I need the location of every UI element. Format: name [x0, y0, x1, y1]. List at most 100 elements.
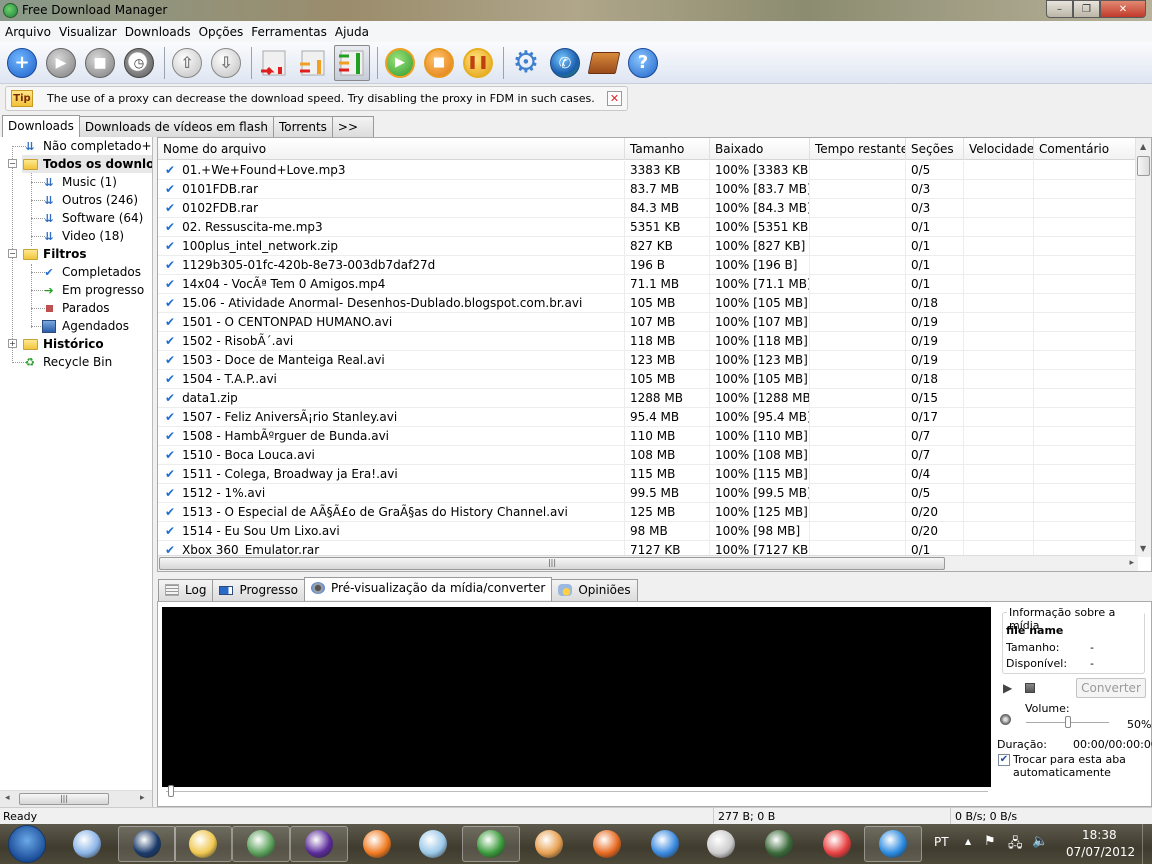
auto-switch-checkbox[interactable]: ✔	[998, 754, 1010, 766]
show-desktop-button[interactable]	[1142, 824, 1152, 864]
tree-item-incomplete[interactable]: ⇊ Não completado+Re	[22, 137, 152, 155]
table-row[interactable]: ✔ 1507 - Feliz AniversÃ¡rio Stanley.avi 95…	[158, 408, 1138, 427]
menu-arquivo[interactable]: Arquivo	[2, 25, 54, 39]
taskbar-app-button[interactable]	[750, 826, 808, 862]
table-row[interactable]: ✔ 02. Ressuscita-me.mp3 5351 KB 100% [5351 …	[158, 218, 1138, 237]
schedule-button[interactable]: ◷	[121, 45, 157, 81]
tree-item-video[interactable]: ⇊ Video (18)	[41, 227, 124, 245]
start-button[interactable]: ▶	[43, 45, 79, 81]
start-all-button[interactable]: ▶	[382, 45, 418, 81]
volume-slider[interactable]	[1026, 716, 1109, 728]
column-header-size[interactable]: Tamanho	[625, 138, 710, 160]
show-hidden-icons-icon[interactable]: ▲	[965, 837, 971, 846]
menu-opcoes[interactable]: Opções	[196, 25, 247, 39]
collapse-toggle[interactable]: −	[8, 159, 17, 168]
pause-all-button[interactable]: ❚❚	[460, 45, 496, 81]
table-row[interactable]: ✔ 1512 - 1%.avi 99.5 MB 100% [99.5 MB] 0/5	[158, 484, 1138, 503]
column-header-speed[interactable]: Velocidade	[964, 138, 1034, 160]
scroll-right-arrow-icon[interactable]: ▸	[1129, 558, 1134, 568]
taskbar-app-button[interactable]	[58, 826, 116, 862]
traffic-low-button[interactable]	[256, 45, 292, 81]
menu-ferramentas[interactable]: Ferramentas	[248, 25, 330, 39]
table-row[interactable]: ✔ 1514 - Eu Sou Um Lixo.avi 98 MB 100% [98 …	[158, 522, 1138, 541]
seek-slider[interactable]	[166, 785, 988, 797]
scroll-thumb[interactable]: |||	[159, 557, 945, 570]
add-download-button[interactable]: +	[4, 45, 40, 81]
volume-icon[interactable]: 🔈	[1032, 834, 1048, 849]
table-row[interactable]: ✔ 1504 - T.A.P..avi 105 MB 100% [105 MB] 0/1…	[158, 370, 1138, 389]
traffic-medium-button[interactable]	[295, 45, 331, 81]
menu-ajuda[interactable]: Ajuda	[332, 25, 372, 39]
taskbar-app-button[interactable]	[462, 826, 520, 862]
taskbar-app-button[interactable]	[118, 826, 176, 862]
tree-item-stopped[interactable]: Parados	[41, 299, 110, 317]
close-button[interactable]: ✕	[1100, 0, 1146, 18]
menu-downloads[interactable]: Downloads	[122, 25, 194, 39]
table-row[interactable]: ✔ data1.zip 1288 MB 100% [1288 MB] 0/15	[158, 389, 1138, 408]
seek-slider-handle[interactable]	[168, 785, 174, 797]
table-row[interactable]: ✔ 1502 - RisobÃ´.avi 118 MB 100% [118 MB] 0/…	[158, 332, 1138, 351]
tab-progress[interactable]: Progresso	[212, 579, 305, 601]
expand-toggle[interactable]: +	[8, 339, 17, 348]
taskbar-app-button[interactable]	[404, 826, 462, 862]
table-row[interactable]: ✔ 1510 - Boca Louca.avi 108 MB 100% [108 MB…	[158, 446, 1138, 465]
volume-slider-handle[interactable]	[1064, 716, 1071, 728]
column-header-sections[interactable]: Seções	[906, 138, 964, 160]
tab-media-preview[interactable]: Pré-visualização da mídia/converter	[304, 577, 553, 600]
table-row[interactable]: ✔ 01.+We+Found+Love.mp3 3383 KB 100% [3383 …	[158, 161, 1138, 180]
help-button[interactable]: ?	[625, 45, 661, 81]
site-manager-button[interactable]	[586, 45, 622, 81]
scroll-up-arrow-icon[interactable]: ▲	[1140, 142, 1146, 151]
tab-more[interactable]: >>	[331, 116, 374, 137]
minimize-button[interactable]: –	[1046, 0, 1073, 18]
taskbar-app-button[interactable]	[808, 826, 866, 862]
taskbar-app-button[interactable]	[692, 826, 750, 862]
table-row[interactable]: ✔ 100plus_intel_network.zip 827 KB 100% [82…	[158, 237, 1138, 256]
tree-item-completed[interactable]: ✔ Completados	[41, 263, 141, 281]
tree-item-software[interactable]: ⇊ Software (64)	[41, 209, 143, 227]
tree-item-history[interactable]: Histórico	[22, 335, 104, 353]
convert-button[interactable]: Converter	[1076, 678, 1146, 698]
tree-item-filters[interactable]: Filtros	[22, 245, 86, 263]
traffic-high-button[interactable]	[334, 44, 370, 81]
tree-item-music[interactable]: ⇊ Music (1)	[41, 173, 117, 191]
table-vertical-scrollbar[interactable]: ▲ ▼	[1135, 138, 1151, 557]
dial-button[interactable]: ✆	[547, 45, 583, 81]
taskbar-app-button[interactable]	[232, 826, 290, 862]
maximize-button[interactable]: ❐	[1073, 0, 1100, 18]
table-row[interactable]: ✔ 1129b305-01fc-420b-8e73-003db7daf27d 196…	[158, 256, 1138, 275]
scroll-left-arrow-icon[interactable]: ◂	[5, 793, 10, 803]
move-up-button[interactable]: ⇧	[169, 45, 205, 81]
table-row[interactable]: ✔ 0101FDB.rar 83.7 MB 100% [83.7 MB] 0/3	[158, 180, 1138, 199]
tree-item-scheduled[interactable]: Agendados	[41, 317, 129, 335]
language-indicator[interactable]: PT	[934, 835, 949, 849]
start-button[interactable]	[8, 825, 46, 863]
taskbar-app-button[interactable]	[290, 826, 348, 862]
table-row[interactable]: ✔ 1508 - HambÃºrguer de Bunda.avi 110 MB 10…	[158, 427, 1138, 446]
table-row[interactable]: ✔ 1511 - Colega, Broadway ja Era!.avi 115 …	[158, 465, 1138, 484]
table-row[interactable]: ✔ 14x04 - VocÃª Tem 0 Amigos.mp4 71.1 MB 10…	[158, 275, 1138, 294]
menu-visualizar[interactable]: Visualizar	[56, 25, 120, 39]
taskbar-app-button[interactable]	[520, 826, 578, 862]
stop-all-button[interactable]: ■	[421, 45, 457, 81]
taskbar-app-button[interactable]	[864, 826, 922, 862]
collapse-toggle[interactable]: −	[8, 249, 17, 258]
column-header-downloaded[interactable]: Baixado	[710, 138, 810, 160]
taskbar-app-button[interactable]	[578, 826, 636, 862]
table-horizontal-scrollbar[interactable]: ||| ▸	[158, 555, 1138, 571]
tree-item-all-downloads[interactable]: Todos os downloads	[22, 155, 152, 173]
scroll-thumb[interactable]: |||	[19, 793, 109, 805]
tab-torrents[interactable]: Torrents	[272, 116, 333, 137]
tab-downloads[interactable]: Downloads	[2, 115, 80, 137]
column-header-comment[interactable]: Comentário	[1034, 138, 1138, 160]
table-row[interactable]: ✔ 1501 - O CENTONPAD HUMANO.avi 107 MB 100%…	[158, 313, 1138, 332]
table-row[interactable]: ✔ 1513 - O Especial de AÃ§Ã£o de GraÃ§as …	[158, 503, 1138, 522]
clock-time[interactable]: 18:38	[1082, 828, 1117, 842]
stop-button[interactable]	[1025, 683, 1035, 693]
taskbar-app-button[interactable]	[636, 826, 694, 862]
taskbar-app-button[interactable]	[174, 826, 232, 862]
table-row[interactable]: ✔ 0102FDB.rar 84.3 MB 100% [84.3 MB] 0/3	[158, 199, 1138, 218]
sidebar-horizontal-scrollbar[interactable]: ◂ ||| ▸	[0, 790, 152, 807]
speaker-icon[interactable]	[1000, 714, 1011, 725]
tab-log[interactable]: Log	[158, 579, 214, 601]
